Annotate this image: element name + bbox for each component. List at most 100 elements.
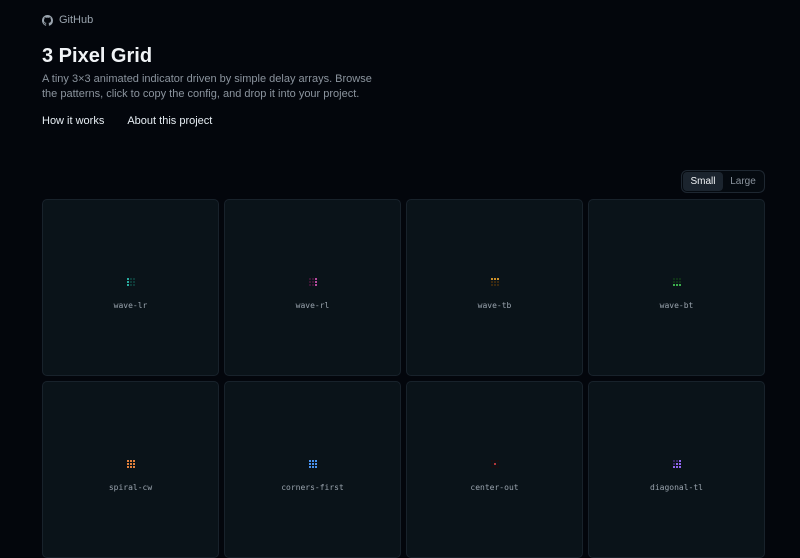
- size-large-option[interactable]: Large: [723, 172, 763, 191]
- pixel: [311, 460, 314, 462]
- pixel: [490, 463, 493, 465]
- page-description: A tiny 3×3 animated indicator driven by …: [42, 73, 372, 100]
- pixel: [132, 281, 135, 283]
- pixel: [672, 278, 675, 280]
- pattern-name: center-out: [470, 483, 519, 492]
- pattern-card-wave-lr[interactable]: wave-lr: [42, 199, 219, 376]
- pixel: [132, 278, 135, 280]
- pixel: [129, 281, 132, 283]
- pixel: [496, 284, 499, 286]
- top-nav: How it works About this project: [42, 115, 212, 127]
- pattern-card-corners-first[interactable]: corners-first: [224, 381, 401, 558]
- pixel: [311, 278, 314, 280]
- pixel: [490, 278, 493, 280]
- pixel: [311, 284, 314, 286]
- pattern-card-wave-tb[interactable]: wave-tb: [406, 199, 583, 376]
- pixel-grid-icon: [490, 460, 499, 468]
- pixel: [496, 281, 499, 283]
- how-it-works-link[interactable]: How it works: [42, 115, 104, 127]
- pixel: [675, 284, 678, 286]
- pixel: [672, 460, 675, 462]
- about-project-link[interactable]: About this project: [127, 115, 212, 127]
- pattern-card-spiral-cw[interactable]: spiral-cw: [42, 381, 219, 558]
- pixel: [496, 460, 499, 462]
- page-title: 3 Pixel Grid: [42, 45, 153, 67]
- pattern-name: diagonal-tl: [650, 483, 703, 492]
- pixel: [675, 463, 678, 465]
- size-toggle: Small Large: [681, 170, 765, 193]
- pixel: [132, 284, 135, 286]
- pattern-name: wave-lr: [113, 301, 148, 310]
- pixel: [490, 284, 493, 286]
- pixel-grid-icon: [308, 278, 317, 286]
- pixel: [308, 284, 311, 286]
- pixel: [490, 466, 493, 468]
- github-label: GitHub: [59, 14, 94, 26]
- pixel: [126, 466, 129, 468]
- pixel: [308, 278, 311, 280]
- pixel: [132, 466, 135, 468]
- pixel: [132, 460, 135, 462]
- pixel: [678, 281, 681, 283]
- pixel: [496, 278, 499, 280]
- pattern-card-diagonal-tl[interactable]: diagonal-tl: [588, 381, 765, 558]
- pattern-grid: wave-lr wave-rl wave-tb wave-bt spiral-cw cor…: [42, 199, 765, 558]
- pixel: [493, 466, 496, 468]
- pixel: [129, 466, 132, 468]
- pixel: [129, 463, 132, 465]
- pixel: [126, 281, 129, 283]
- size-small-option[interactable]: Small: [683, 172, 723, 191]
- pattern-name: wave-rl: [295, 301, 330, 310]
- pixel: [311, 463, 314, 465]
- pixel: [314, 281, 317, 283]
- pattern-name: corners-first: [281, 483, 344, 492]
- pattern-card-center-out[interactable]: center-out: [406, 381, 583, 558]
- pixel: [314, 284, 317, 286]
- pixel: [314, 463, 317, 465]
- pixel: [314, 460, 317, 462]
- pixel: [672, 466, 675, 468]
- github-link[interactable]: GitHub: [42, 14, 93, 26]
- pixel: [126, 463, 129, 465]
- pixel: [678, 460, 681, 462]
- pixel: [496, 463, 499, 465]
- pixel: [496, 466, 499, 468]
- pixel: [675, 281, 678, 283]
- pixel: [132, 463, 135, 465]
- pixel: [308, 466, 311, 468]
- pixel: [493, 284, 496, 286]
- pixel-grid-icon: [126, 460, 135, 468]
- pixel: [672, 463, 675, 465]
- pixel: [490, 281, 493, 283]
- pixel: [311, 466, 314, 468]
- pixel: [678, 284, 681, 286]
- pattern-card-wave-rl[interactable]: wave-rl: [224, 199, 401, 376]
- pixel: [493, 281, 496, 283]
- pixel-grid-icon: [672, 278, 681, 286]
- github-icon: [42, 14, 53, 26]
- pixel: [126, 278, 129, 280]
- pattern-name: wave-tb: [477, 301, 512, 310]
- pixel: [678, 466, 681, 468]
- pixel: [672, 281, 675, 283]
- pattern-name: wave-bt: [659, 301, 694, 310]
- pixel: [129, 460, 132, 462]
- pixel-grid-icon: [490, 278, 499, 286]
- pixel-grid-icon: [126, 278, 135, 286]
- pixel: [675, 466, 678, 468]
- pixel: [672, 284, 675, 286]
- pixel-grid-icon: [672, 460, 681, 468]
- pattern-card-wave-bt[interactable]: wave-bt: [588, 199, 765, 376]
- pixel-grid-icon: [308, 460, 317, 468]
- pixel: [308, 281, 311, 283]
- pixel: [493, 460, 496, 462]
- pixel: [129, 278, 132, 280]
- pixel: [675, 278, 678, 280]
- pixel: [493, 463, 496, 465]
- pixel: [311, 281, 314, 283]
- pixel: [129, 284, 132, 286]
- pixel: [308, 460, 311, 462]
- pixel: [675, 460, 678, 462]
- pixel: [308, 463, 311, 465]
- pixel: [678, 278, 681, 280]
